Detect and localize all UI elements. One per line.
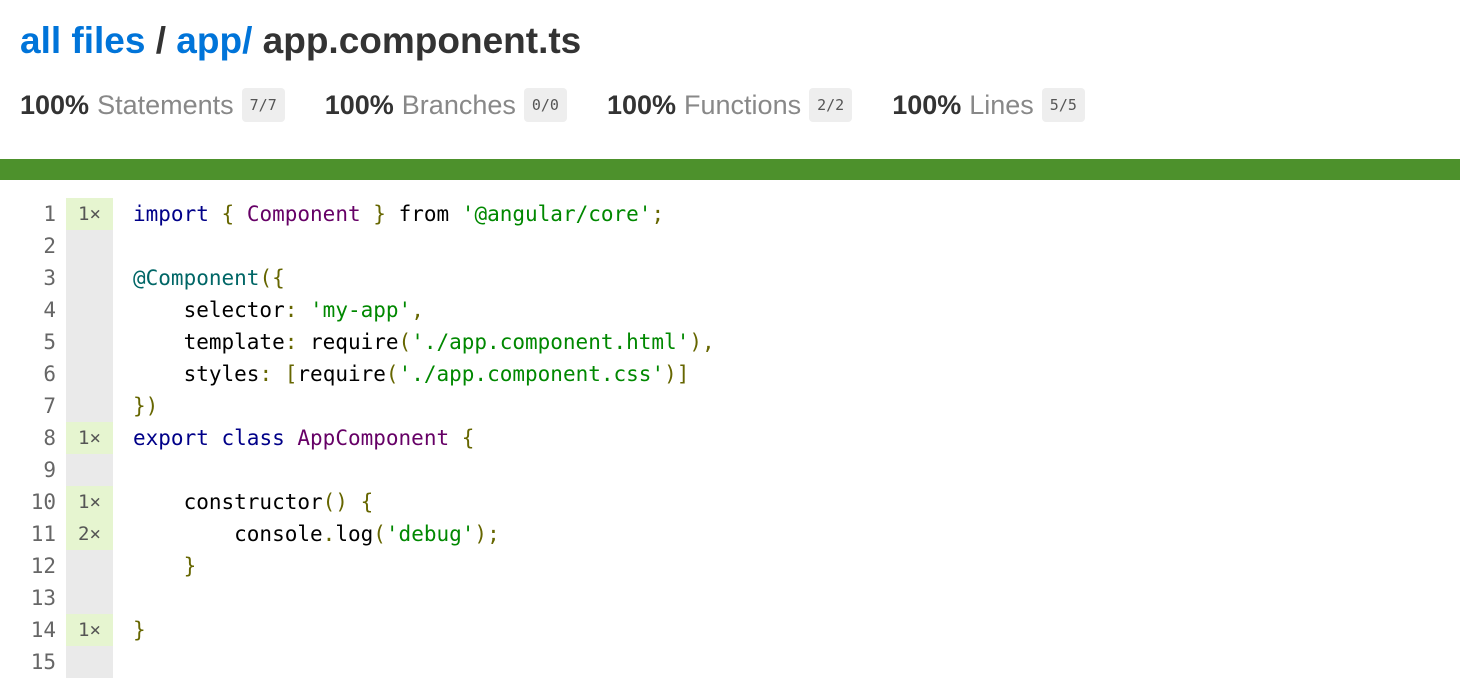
stat-percent: 100% bbox=[892, 89, 962, 120]
stat-label: Lines bbox=[969, 89, 1034, 120]
code-text: constructor() { bbox=[133, 490, 374, 514]
code-line: 14 1×} bbox=[0, 614, 1460, 646]
code-text: styles: [require('./app.component.css')] bbox=[133, 362, 690, 386]
hit-count bbox=[66, 262, 113, 294]
code-line: 15 bbox=[0, 646, 1460, 678]
line-number: 5 bbox=[43, 330, 56, 354]
line-number: 1 bbox=[43, 202, 56, 226]
line-number: 14 bbox=[30, 618, 56, 642]
stat-percent: 100% bbox=[20, 89, 90, 120]
hit-count: 1× bbox=[66, 614, 113, 646]
hit-count bbox=[66, 326, 113, 358]
line-number: 8 bbox=[43, 426, 56, 450]
code-line: 11 2× console.log('debug'); bbox=[0, 518, 1460, 550]
line-number: 7 bbox=[43, 394, 56, 418]
stat-fraction-badge: 0/0 bbox=[523, 88, 567, 122]
line-number: 9 bbox=[43, 458, 56, 482]
line-number: 6 bbox=[43, 362, 56, 386]
page-title: app.component.ts bbox=[262, 20, 582, 61]
hit-count bbox=[66, 230, 113, 262]
stat-percent: 100% bbox=[324, 89, 394, 120]
stat-percent: 100% bbox=[606, 89, 677, 120]
stat-fraction-badge: 5/5 bbox=[1041, 88, 1085, 122]
hit-count: 2× bbox=[66, 518, 113, 550]
code-text: console.log('debug'); bbox=[133, 522, 500, 546]
hit-count: 1× bbox=[66, 198, 113, 230]
coverage-status-bar bbox=[0, 159, 1460, 180]
line-number: 11 bbox=[30, 522, 56, 546]
code-text: template: require('./app.component.html'… bbox=[133, 330, 715, 354]
stat-fraction-badge: 2/2 bbox=[809, 88, 853, 122]
hit-count bbox=[66, 358, 113, 390]
code-line: 7}) bbox=[0, 390, 1460, 422]
code-line: 3 @Component({ bbox=[0, 262, 1460, 294]
source-code-view: 1 1× import { Component } from '@angular/c… bbox=[0, 198, 1460, 678]
stat-branches: 100% Branches 0/0 bbox=[325, 88, 567, 122]
breadcrumb-separator: / bbox=[155, 20, 167, 61]
code-text: selector: 'my-app', bbox=[133, 298, 424, 322]
line-number: 15 bbox=[30, 650, 56, 674]
code-line: 4 selector: 'my-app', bbox=[0, 294, 1460, 326]
hit-count bbox=[66, 390, 113, 422]
code-text: }) bbox=[133, 394, 159, 418]
code-text: export class AppComponent { bbox=[133, 426, 475, 450]
code-line: 9 bbox=[0, 454, 1460, 486]
stat-label: Statements bbox=[97, 89, 234, 120]
stat-label: Functions bbox=[684, 89, 802, 120]
stat-functions: 100% Functions 2/2 bbox=[606, 88, 853, 122]
code-line: 5 template: require('./app.component.htm… bbox=[0, 326, 1460, 358]
hit-count bbox=[66, 294, 113, 326]
line-number: 13 bbox=[30, 586, 56, 610]
hit-count bbox=[66, 646, 113, 678]
stat-label: Branches bbox=[401, 89, 516, 120]
code-line: 2 bbox=[0, 230, 1460, 262]
app-folder-link[interactable]: app/ bbox=[176, 20, 252, 61]
all-files-link[interactable]: all files bbox=[20, 20, 145, 61]
stat-fraction-badge: 7/7 bbox=[241, 88, 285, 122]
hit-count bbox=[66, 454, 113, 486]
code-text: @Component({ bbox=[133, 266, 285, 290]
line-number: 4 bbox=[43, 298, 56, 322]
line-number: 3 bbox=[43, 266, 56, 290]
hit-count bbox=[66, 550, 113, 582]
hit-count: 1× bbox=[66, 422, 113, 454]
code-text: import { Component } from '@angular/core… bbox=[133, 202, 665, 226]
code-line: 13 bbox=[0, 582, 1460, 614]
hit-count: 1× bbox=[66, 486, 113, 518]
line-number: 12 bbox=[30, 554, 56, 578]
stat-statements: 100% Statements 7/7 bbox=[20, 88, 285, 122]
line-number: 2 bbox=[43, 234, 56, 258]
coverage-summary: 100% Statements 7/7 100% Branches 0/0 10… bbox=[20, 88, 1125, 122]
line-number: 10 bbox=[30, 490, 56, 514]
code-text: } bbox=[133, 618, 146, 642]
stat-lines: 100% Lines 5/5 bbox=[892, 88, 1085, 122]
code-line: 1 1× import { Component } from '@angular/c… bbox=[0, 198, 1460, 230]
breadcrumb: all files / app/ app.component.ts bbox=[20, 20, 581, 62]
code-text: } bbox=[183, 554, 197, 578]
code-line: 8 1× export class AppComponent { bbox=[0, 422, 1460, 454]
code-line: 12 } bbox=[0, 550, 1460, 582]
hit-count bbox=[66, 582, 113, 614]
code-line: 10 1× constructor() { bbox=[0, 486, 1460, 518]
code-line: 6 styles: [require('./app.component.css'… bbox=[0, 358, 1460, 390]
